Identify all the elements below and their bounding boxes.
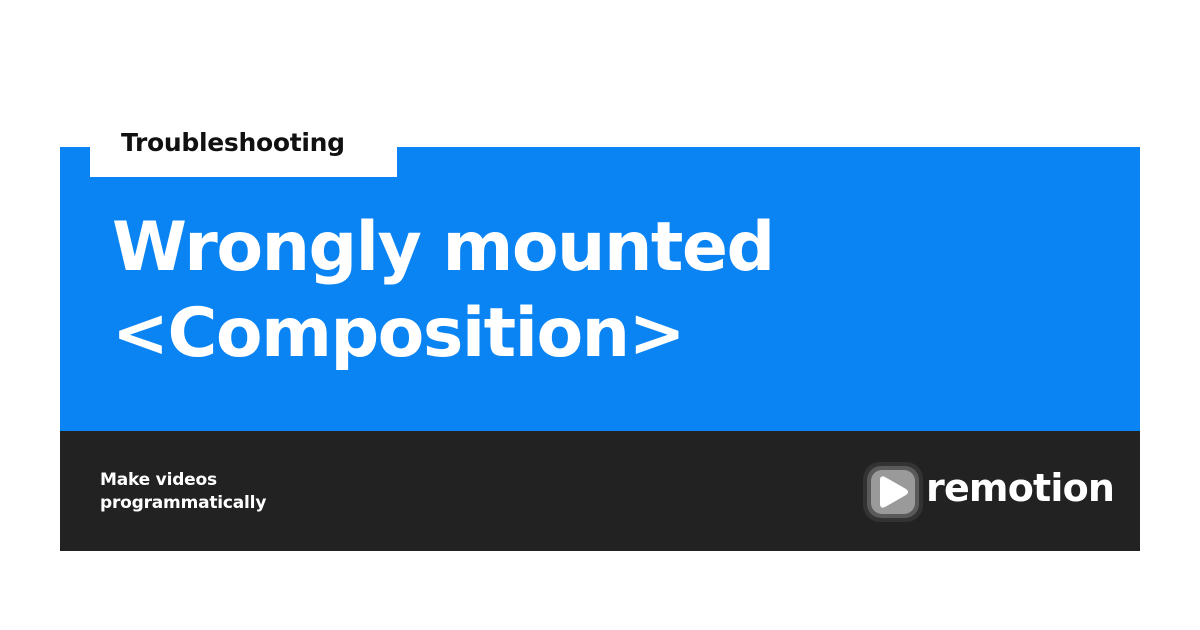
og-card: Wrongly mounted <Composition> Make video… [60,147,1140,551]
remotion-play-icon [863,462,923,522]
page-title: Wrongly mounted <Composition> [112,205,775,377]
remotion-wordmark: remotion [926,466,1115,510]
remotion-logo: remotion [862,459,1115,523]
title-line-1: Wrongly mounted [112,208,775,287]
category-tag: Troubleshooting [90,120,397,177]
tagline-line-2: programmatically [100,493,267,513]
footer-bar: Make videos programmatically remotion [60,431,1140,551]
tagline: Make videos programmatically [100,469,266,515]
hero-banner: Wrongly mounted <Composition> [60,147,1140,431]
tagline-line-1: Make videos [100,470,217,490]
title-line-2: <Composition> [112,294,686,373]
